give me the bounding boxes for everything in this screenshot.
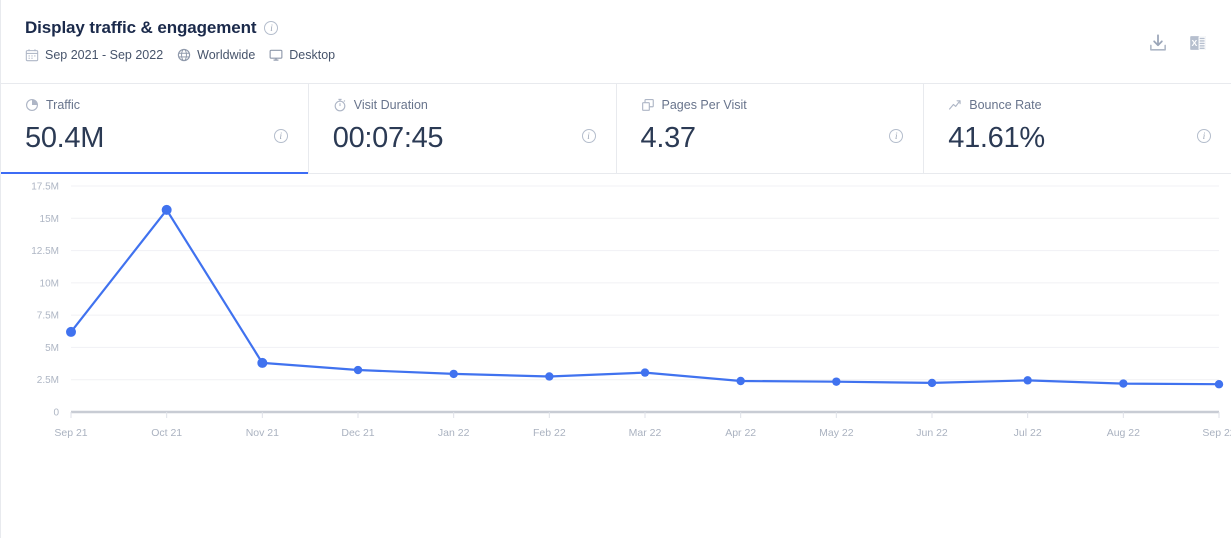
- x-axis-tick-label: Apr 22: [725, 427, 756, 439]
- y-axis-tick-label: 10M: [40, 278, 59, 289]
- info-icon[interactable]: i: [273, 129, 288, 143]
- meta-country[interactable]: Worldwide: [177, 48, 255, 62]
- series-data-point[interactable]: [927, 378, 937, 388]
- series-data-point[interactable]: [545, 372, 554, 381]
- series-data-point[interactable]: [353, 365, 363, 375]
- info-icon[interactable]: i: [581, 129, 596, 143]
- y-axis-tick-label: 17.5M: [31, 182, 59, 193]
- series-data-point[interactable]: [736, 376, 745, 386]
- x-axis-tick-label: Oct 21: [151, 427, 182, 439]
- metric-label-bounce-rate: Bounce Rate: [969, 98, 1042, 112]
- pie-chart-icon: [26, 99, 38, 111]
- metric-card-pages-per-visit[interactable]: Pages Per Visit 4.37 i: [617, 84, 925, 173]
- panel-header: Display traffic & engagement i Sep 2021 …: [1, 0, 1231, 84]
- header-actions: X: [1147, 32, 1209, 54]
- x-axis-tick-label: Jul 22: [1014, 427, 1042, 439]
- meta-date-range-label: Sep 2021 - Sep 2022: [45, 48, 164, 62]
- download-button[interactable]: [1147, 32, 1169, 54]
- info-icon[interactable]: i: [264, 21, 279, 35]
- series-data-point[interactable]: [1214, 380, 1224, 389]
- x-axis-tick-label: Feb 22: [533, 427, 566, 439]
- metric-label-visit-duration: Visit Duration: [353, 98, 428, 112]
- metric-head-visit-duration: Visit Duration: [333, 98, 616, 112]
- chart-svg[interactable]: 0 2.5M 5M 7.5M 10M 12.5M 15M 17.5M Sep 21 Oct 21 N…: [1, 174, 1231, 537]
- x-axis-tick-label: Jan 22: [438, 427, 470, 439]
- info-icon[interactable]: i: [1197, 129, 1211, 143]
- series-data-point[interactable]: [257, 357, 268, 368]
- traffic-engagement-panel: Display traffic & engagement i Sep 2021 …: [0, 0, 1231, 538]
- pages-icon: [641, 99, 654, 111]
- series-data-point[interactable]: [66, 326, 76, 337]
- y-axis-tick-label: 0: [53, 408, 59, 419]
- series-data-point[interactable]: [1119, 379, 1128, 388]
- title-row: Display traffic & engagement i: [25, 18, 1231, 38]
- y-axis-tick-label: 12.5M: [31, 246, 59, 257]
- metric-head-traffic: Traffic: [25, 98, 308, 112]
- meta-device[interactable]: Desktop: [269, 48, 335, 62]
- metric-card-bounce-rate[interactable]: Bounce Rate 41.61% i: [924, 84, 1231, 173]
- metric-label-pages-per-visit: Pages Per Visit: [661, 98, 747, 112]
- meta-country-label: Worldwide: [197, 48, 256, 62]
- metric-cards: Traffic 50.4M i Visit Duration 00:07:45 …: [1, 84, 1231, 174]
- series-data-point[interactable]: [1023, 376, 1032, 385]
- metric-value-pages-per-visit: 4.37: [640, 122, 697, 154]
- calendar-icon: [25, 49, 39, 62]
- globe-icon: [177, 48, 191, 62]
- metric-label-traffic: Traffic: [46, 98, 81, 112]
- y-axis-tick-label: 7.5M: [37, 311, 59, 322]
- series-data-point[interactable]: [640, 368, 650, 377]
- desktop-icon: [269, 49, 283, 61]
- y-axis-tick-label: 15M: [40, 214, 59, 225]
- y-axis-tick-label: 5M: [45, 343, 59, 354]
- page-title: Display traffic & engagement: [25, 18, 257, 37]
- metric-card-traffic[interactable]: Traffic 50.4M i: [1, 84, 309, 174]
- svg-text:X: X: [1192, 38, 1198, 48]
- x-axis-tick-label: Dec 21: [341, 427, 374, 439]
- x-axis-tick-label: May 22: [819, 427, 854, 439]
- metric-value-traffic: 50.4M: [25, 122, 105, 154]
- metric-card-visit-duration[interactable]: Visit Duration 00:07:45 i: [309, 84, 617, 173]
- x-axis-tick-label: Sep 21: [54, 427, 87, 439]
- x-axis-tick-label: Jun 22: [916, 427, 948, 439]
- series-line: [70, 208, 1220, 386]
- x-axis-tick-label: Sep 22: [1202, 427, 1231, 439]
- trend-icon: [949, 100, 961, 110]
- x-axis-tick-label: Aug 22: [1107, 427, 1140, 439]
- meta-row: Sep 2021 - Sep 2022 Worldwide Desktop: [25, 48, 1231, 62]
- series-data-point[interactable]: [161, 204, 172, 215]
- x-axis-tick-label: Nov 21: [246, 427, 279, 439]
- excel-export-button[interactable]: X: [1187, 32, 1209, 54]
- metric-value-bounce-rate: 41.61%: [948, 122, 1045, 154]
- series-data-point[interactable]: [832, 377, 841, 386]
- series-data-point[interactable]: [449, 369, 458, 379]
- metric-head-bounce-rate: Bounce Rate: [948, 98, 1231, 112]
- metric-value-visit-duration: 00:07:45: [332, 122, 444, 154]
- traffic-line-chart: 0 2.5M 5M 7.5M 10M 12.5M 15M 17.5M Sep 21 Oct 21 N…: [1, 174, 1231, 537]
- y-axis-tick-label: 2.5M: [37, 375, 59, 386]
- metric-head-pages-per-visit: Pages Per Visit: [641, 98, 924, 112]
- meta-date-range[interactable]: Sep 2021 - Sep 2022: [25, 48, 163, 62]
- x-axis-tick-label: Mar 22: [629, 427, 662, 439]
- meta-device-label: Desktop: [289, 48, 336, 62]
- stopwatch-icon: [334, 98, 346, 112]
